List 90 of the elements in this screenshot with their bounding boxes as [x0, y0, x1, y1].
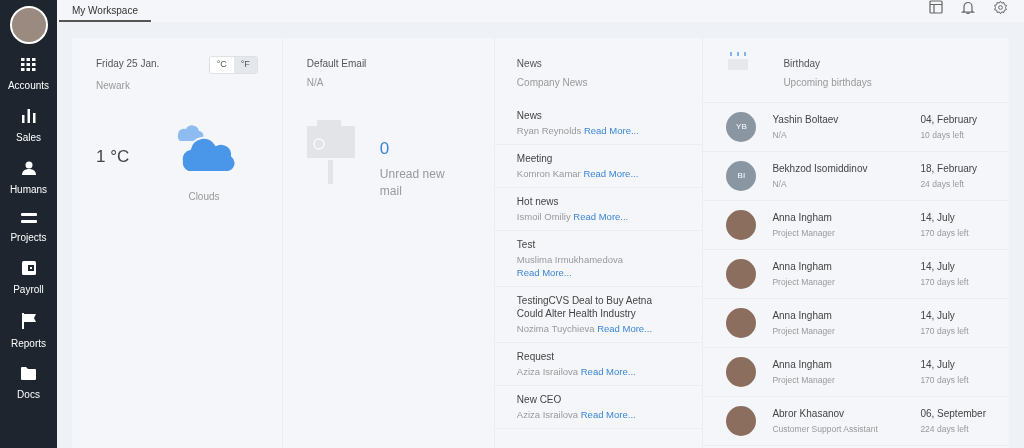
birthday-date: 14, July	[920, 309, 956, 324]
cake-icon	[727, 52, 750, 70]
news-title: TestingCVS Deal to Buy Aetna Could Alter Health Industry	[516, 294, 653, 320]
date-text: Friday 25 Jan.	[96, 57, 160, 71]
avatar-photo-placeholder	[726, 259, 757, 289]
birthday-date: 14, July	[920, 260, 956, 275]
read-more-link[interactable]: Read More...	[580, 409, 636, 420]
person-role: Project Manager	[772, 325, 836, 338]
birthday-date: 04, February	[920, 113, 978, 128]
days-left: 170 days left	[920, 276, 969, 289]
person-name: Anna Ingham	[772, 260, 833, 275]
news-title: New CEO	[516, 393, 563, 406]
sidebar-item[interactable]: Payroll	[0, 261, 57, 295]
avatar-photo-placeholder	[726, 210, 757, 240]
sidebar-item[interactable]: Projects	[0, 213, 57, 243]
news-byline: Ryan Reynolds Read More...	[516, 124, 640, 137]
read-more-link[interactable]: Read More...	[583, 125, 639, 136]
sidebar-item[interactable]: Docs	[0, 367, 57, 400]
sidebar-item[interactable]: Humans	[0, 161, 57, 195]
person-role: N/A	[772, 178, 788, 191]
avatar-photo-placeholder[interactable]	[9, 6, 48, 44]
days-left: 170 days left	[920, 227, 969, 240]
news-title: Hot news	[516, 195, 560, 208]
unit-toggle[interactable]: °F	[233, 57, 257, 73]
section-subtitle: Upcoming birthdays	[783, 76, 872, 90]
person-name: Anna Ingham	[772, 358, 833, 373]
person-role: Project Manager	[772, 227, 836, 240]
section-title: Birthday	[783, 57, 822, 71]
person-name: Abror Khasanov	[772, 407, 846, 422]
person-name: Yashin Boltaev	[772, 113, 840, 128]
sidebar-item[interactable]: Reports	[0, 313, 57, 349]
person-role: Project Manager	[772, 276, 836, 289]
city-text: Newark	[96, 78, 131, 93]
person-name: Anna Ingham	[772, 309, 833, 324]
person-name: Bekhzod Isomiddinov	[772, 162, 869, 177]
email-address: N/A	[306, 76, 325, 90]
wallet-icon	[21, 261, 36, 275]
birthday-date: 14, July	[920, 358, 956, 373]
temperature-text: 1 °C	[96, 145, 131, 168]
avatar-photo-placeholder	[726, 406, 757, 436]
news-byline: Aziza Israilova Read More...	[516, 365, 637, 378]
read-more-link[interactable]: Read More...	[573, 211, 629, 222]
avatar-photo-placeholder	[726, 357, 757, 387]
unread-caption: Unread new mail	[379, 165, 446, 200]
read-more-link[interactable]: Read More...	[597, 323, 653, 334]
workspace-tab[interactable]: My Workspace	[59, 0, 151, 22]
birthday-date: 14, July	[920, 211, 956, 226]
folder-icon	[21, 367, 36, 380]
grid-icon	[21, 58, 36, 71]
news-byline: Nozima Tuychieva Read More...	[516, 322, 654, 335]
section-subtitle: Company News	[516, 76, 589, 90]
section-title: News	[516, 57, 543, 71]
condition-text: Clouds	[188, 189, 220, 204]
bell-icon[interactable]	[961, 0, 975, 15]
avatar-initials: YB	[726, 112, 757, 142]
news-title: Test	[516, 238, 537, 251]
avatar-initials: BI	[726, 161, 757, 191]
birthday-date: 06, September	[920, 407, 986, 422]
person-role: Customer Support Assistant	[772, 423, 879, 436]
flag-icon	[21, 313, 36, 329]
settings-icon[interactable]	[993, 0, 1008, 15]
layout-icon[interactable]	[929, 0, 943, 14]
days-left: 170 days left	[920, 374, 969, 387]
sidebar-item[interactable]: Sales	[0, 109, 57, 143]
menu-icon	[20, 213, 37, 223]
person-name: Anna Ingham	[772, 211, 833, 226]
days-left: 224 days left	[920, 423, 970, 436]
news-title: Request	[516, 350, 556, 363]
sidebar-item[interactable]: Accounts	[0, 58, 57, 91]
read-more-link[interactable]: Read More...	[583, 168, 639, 179]
person-role: N/A	[772, 129, 788, 142]
news-byline: Ismoil Omiliy Read More...	[516, 210, 630, 223]
unread-count: 0	[379, 138, 391, 160]
person-icon	[21, 161, 36, 175]
days-left: 170 days left	[920, 325, 969, 338]
news-byline: Komron Kamar Read More...	[516, 167, 640, 180]
avatar-photo-placeholder	[726, 308, 757, 338]
read-more-link[interactable]: Read More...	[516, 267, 572, 278]
read-more-link[interactable]: Read More...	[580, 366, 636, 377]
days-left: 10 days left	[920, 129, 965, 142]
days-left: 24 days left	[920, 178, 965, 191]
person-role: Project Manager	[772, 374, 836, 387]
news-title: Meeting	[516, 152, 554, 165]
news-byline: Muslima Irmukhamedova Read More...	[516, 253, 624, 279]
birthday-date: 18, February	[920, 162, 978, 177]
news-byline: Aziza Israilova Read More...	[516, 408, 637, 421]
section-title: Default Email	[306, 57, 368, 71]
bar-chart-icon	[21, 109, 36, 123]
unit-toggle[interactable]: °C	[209, 57, 234, 73]
news-title: News	[516, 109, 543, 122]
